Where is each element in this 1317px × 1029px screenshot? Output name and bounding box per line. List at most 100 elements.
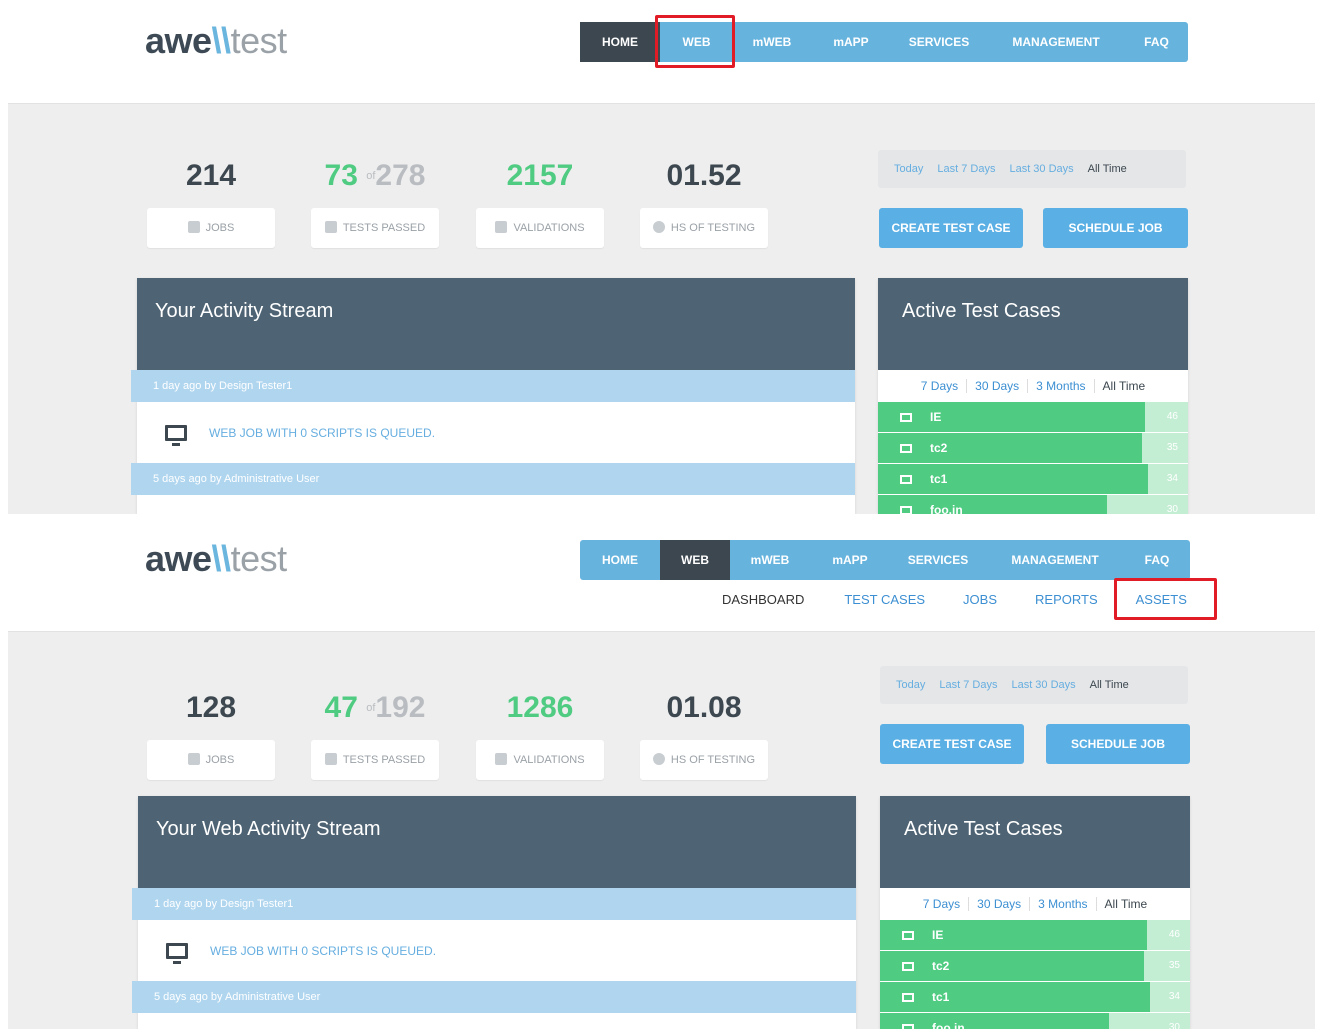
period-filter: Today Last 7 Days Last 30 Days All Time bbox=[878, 150, 1186, 188]
test-case-name: tc2 bbox=[900, 433, 947, 463]
test-case-count: 35 bbox=[1168, 960, 1180, 971]
nav-faq[interactable]: FAQ bbox=[1125, 22, 1188, 62]
activity-stream-title: Your Web Activity Stream bbox=[138, 796, 856, 888]
activity-meta: 5 days ago by Administrative User bbox=[132, 981, 856, 1013]
period-all-time[interactable]: All Time bbox=[1090, 679, 1129, 691]
subnav-jobs[interactable]: JOBS bbox=[941, 586, 1013, 614]
period-30-days[interactable]: Last 30 Days bbox=[1011, 679, 1075, 691]
active-test-cases-title: Active Test Cases bbox=[878, 278, 1188, 370]
clock-icon bbox=[652, 753, 665, 765]
validations-label: VALIDATIONS bbox=[476, 740, 604, 780]
validations-count: 1286 bbox=[506, 691, 574, 724]
monitor-icon bbox=[324, 221, 337, 233]
atc-tab-all-time[interactable]: All Time bbox=[1097, 897, 1156, 911]
nav-mapp[interactable]: mAPP bbox=[811, 22, 891, 62]
active-test-cases: Active Test Cases 7 Days 30 Days 3 Month… bbox=[880, 796, 1190, 1029]
subnav-test-cases[interactable]: TEST CASES bbox=[820, 586, 941, 614]
atc-tab-3-months[interactable]: 3 Months bbox=[1028, 379, 1095, 393]
nav-services[interactable]: SERVICES bbox=[890, 540, 986, 580]
activity-stream: Your Activity Stream 1 day ago by Design… bbox=[131, 278, 855, 514]
test-case-name: IE bbox=[902, 920, 943, 950]
validations-count: 2157 bbox=[506, 159, 574, 192]
nav-management[interactable]: MANAGEMENT bbox=[986, 540, 1124, 580]
test-case-row[interactable]: tc2 35 bbox=[878, 433, 1188, 464]
atc-tab-30-days[interactable]: 30 Days bbox=[967, 379, 1029, 393]
subnav-dashboard[interactable]: DASHBOARD bbox=[706, 586, 820, 614]
test-case-row[interactable]: IE 46 bbox=[878, 402, 1188, 433]
stat-validations: 1286 VALIDATIONS bbox=[476, 688, 604, 780]
test-case-row[interactable]: foo.in 30 bbox=[880, 1013, 1190, 1029]
monitor-icon bbox=[902, 930, 914, 940]
period-30-days[interactable]: Last 30 Days bbox=[1009, 163, 1073, 175]
stat-hours: 01.52 HS OF TESTING bbox=[640, 156, 768, 248]
subnav-reports[interactable]: REPORTS bbox=[1013, 586, 1114, 614]
nav-faq[interactable]: FAQ bbox=[1124, 540, 1190, 580]
test-case-row[interactable]: tc1 34 bbox=[878, 464, 1188, 495]
jobs-label: JOBS bbox=[147, 208, 275, 248]
jobs-count: 128 bbox=[185, 691, 237, 724]
monitor-icon bbox=[902, 1023, 914, 1029]
period-7-days[interactable]: Last 7 Days bbox=[939, 679, 997, 691]
tests-passed-count: 73 of278 bbox=[324, 159, 426, 192]
highlight-web-tab bbox=[655, 15, 735, 68]
tests-passed-label: TESTS PASSED bbox=[311, 208, 439, 248]
activity-entry[interactable]: WEB JOB WITH 0 SCRIPTS IS QUEUED. bbox=[137, 402, 855, 463]
test-case-count: 35 bbox=[1166, 442, 1178, 453]
atc-tab-all-time[interactable]: All Time bbox=[1095, 379, 1154, 393]
activity-stream-title: Your Activity Stream bbox=[137, 278, 855, 370]
logo[interactable]: awe\\test bbox=[145, 20, 287, 62]
atc-tab-7-days[interactable]: 7 Days bbox=[913, 379, 968, 393]
activity-entry[interactable]: WEB JOB WITH 0 SCRIPTS IS QUEUED. bbox=[138, 920, 856, 981]
schedule-job-button[interactable]: SCHEDULE JOB bbox=[1046, 724, 1190, 764]
hours-count: 01.08 bbox=[666, 691, 742, 724]
hours-count: 01.52 bbox=[666, 159, 742, 192]
period-today[interactable]: Today bbox=[896, 679, 925, 691]
period-today[interactable]: Today bbox=[894, 163, 923, 175]
atc-tab-7-days[interactable]: 7 Days bbox=[915, 897, 970, 911]
tests-passed-count: 47 of192 bbox=[324, 691, 426, 724]
atc-tabs: 7 Days 30 Days 3 Months All Time bbox=[878, 370, 1188, 402]
monitor-icon bbox=[900, 412, 912, 422]
activity-meta: 5 days ago by Administrative User bbox=[131, 463, 855, 495]
clock-icon bbox=[652, 221, 665, 233]
stat-tests-passed: 47 of192 TESTS PASSED bbox=[311, 688, 439, 780]
test-case-row[interactable]: tc1 34 bbox=[880, 982, 1190, 1013]
atc-tab-3-months[interactable]: 3 Months bbox=[1030, 897, 1097, 911]
nav-mweb[interactable]: mWEB bbox=[730, 540, 810, 580]
calendar-icon bbox=[187, 221, 200, 233]
calendar-check-icon bbox=[495, 221, 508, 233]
test-case-name: foo.in bbox=[902, 1013, 965, 1029]
top-header: awe\\test HOME WEB mWEB mAPP SERVICES MA… bbox=[8, 524, 1315, 632]
test-case-name: tc1 bbox=[900, 464, 947, 494]
stat-validations: 2157 VALIDATIONS bbox=[476, 156, 604, 248]
screenshot-panel-home: awe\\test HOME WEB mWEB mAPP SERVICES MA… bbox=[0, 0, 1317, 514]
calendar-icon bbox=[187, 753, 200, 765]
nav-mweb[interactable]: mWEB bbox=[733, 22, 811, 62]
period-7-days[interactable]: Last 7 Days bbox=[937, 163, 995, 175]
nav-mapp[interactable]: mAPP bbox=[810, 540, 890, 580]
create-test-case-button[interactable]: CREATE TEST CASE bbox=[879, 208, 1023, 248]
period-all-time[interactable]: All Time bbox=[1088, 163, 1127, 175]
nav-web[interactable]: WEB bbox=[660, 540, 730, 580]
nav-services[interactable]: SERVICES bbox=[891, 22, 987, 62]
test-case-count: 30 bbox=[1166, 504, 1178, 514]
logo[interactable]: awe\\test bbox=[145, 538, 287, 580]
schedule-job-button[interactable]: SCHEDULE JOB bbox=[1043, 208, 1188, 248]
monitor-icon bbox=[165, 424, 187, 446]
activity-meta: 1 day ago by Design Tester1 bbox=[131, 370, 855, 402]
test-case-count: 30 bbox=[1168, 1022, 1180, 1029]
test-case-row[interactable]: IE 46 bbox=[880, 920, 1190, 951]
atc-tab-30-days[interactable]: 30 Days bbox=[969, 897, 1031, 911]
atc-tabs: 7 Days 30 Days 3 Months All Time bbox=[880, 888, 1190, 920]
calendar-check-icon bbox=[495, 753, 508, 765]
stat-jobs: 128 JOBS bbox=[147, 688, 275, 780]
nav-management[interactable]: MANAGEMENT bbox=[987, 22, 1125, 62]
test-case-row[interactable]: tc2 35 bbox=[880, 951, 1190, 982]
main-nav: HOME WEB mWEB mAPP SERVICES MANAGEMENT F… bbox=[580, 540, 1190, 580]
create-test-case-button[interactable]: CREATE TEST CASE bbox=[880, 724, 1024, 764]
nav-home[interactable]: HOME bbox=[580, 22, 660, 62]
test-case-name: foo.in bbox=[900, 495, 963, 514]
nav-home[interactable]: HOME bbox=[580, 540, 660, 580]
test-case-row[interactable]: foo.in 30 bbox=[878, 495, 1188, 514]
jobs-count: 214 bbox=[185, 159, 237, 192]
